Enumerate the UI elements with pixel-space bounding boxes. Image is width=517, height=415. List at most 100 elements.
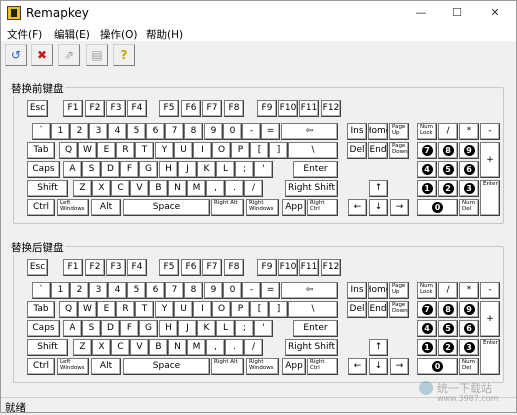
menu-file[interactable]: 文件(F) (7, 27, 42, 42)
after-key-r3-d2[interactable]: D (101, 320, 120, 337)
after-key-num-0[interactable]: 0 (417, 358, 458, 375)
before-key-r4-m6[interactable]: M (187, 180, 206, 197)
after-key-r1-66[interactable]: 6 (146, 282, 165, 299)
after-key-r4-n5[interactable]: N (168, 339, 187, 356)
after-key-r2-sym11[interactable]: ] (269, 301, 288, 318)
before-key-backslash[interactable]: \ (288, 142, 338, 159)
before-key-r2-t4[interactable]: T (135, 142, 154, 159)
before-key-num-7[interactable]: 7 (417, 142, 437, 159)
after-key-num-2[interactable]: 2 (438, 339, 458, 356)
before-key-num-4[interactable]: 4 (417, 161, 437, 178)
before-key-r1--11[interactable]: - (242, 123, 261, 140)
before-key-end[interactable]: End (368, 142, 388, 159)
before-key-r4-v3[interactable]: V (130, 180, 149, 197)
after-key-r3-s1[interactable]: S (82, 320, 101, 337)
after-key-r4-v3[interactable]: V (130, 339, 149, 356)
after-key-num-3[interactable]: 3 (459, 339, 479, 356)
after-key-r3-a0[interactable]: A (63, 320, 82, 337)
before-key-r1-010[interactable]: 0 (223, 123, 242, 140)
before-key-right-windows[interactable]: Right Windows (246, 199, 279, 216)
before-key-r3-sym10[interactable]: ' (254, 161, 273, 178)
before-key-r1-33[interactable]: 3 (89, 123, 108, 140)
after-key-r3-h5[interactable]: H (159, 320, 178, 337)
before-key-num-star[interactable]: * (459, 123, 479, 140)
after-key-page-down[interactable]: Page Down (389, 301, 409, 318)
save-keyboard-button[interactable]: ⇗ (58, 44, 80, 66)
after-key-num-7[interactable]: 7 (417, 301, 437, 318)
after-key-num-plus[interactable]: + (480, 301, 500, 337)
after-key-f1[interactable]: F1 (63, 259, 83, 276)
after-key-app[interactable]: App (282, 358, 306, 375)
before-key-page-down[interactable]: Page Down (389, 142, 409, 159)
after-key-page-up[interactable]: Page Up (389, 282, 409, 299)
after-key-r2-p9[interactable]: P (231, 301, 250, 318)
after-key-del[interactable]: Del (347, 301, 367, 318)
open-keyboard-button[interactable]: ↺ (5, 44, 27, 66)
before-key-left-windows[interactable]: Left Windows (57, 199, 89, 216)
after-key-right-ctrl[interactable]: Right Ctrl (307, 358, 338, 375)
after-key-f12[interactable]: F12 (321, 259, 341, 276)
before-key-shift[interactable]: Shift (27, 180, 68, 197)
after-key-space[interactable]: Space (123, 358, 210, 375)
after-key-r2-o8[interactable]: O (212, 301, 231, 318)
after-key-alt[interactable]: Alt (91, 358, 121, 375)
before-key-f12[interactable]: F12 (321, 100, 341, 117)
after-key-r1-77[interactable]: 7 (165, 282, 184, 299)
after-key-r4-sym7[interactable]: , (206, 339, 225, 356)
before-key-num-slash[interactable]: / (438, 123, 458, 140)
after-key-f8[interactable]: F8 (224, 259, 244, 276)
after-key-up[interactable]: ↑ (369, 339, 388, 356)
before-key-f6[interactable]: F6 (181, 100, 201, 117)
before-key-r3-sym9[interactable]: ; (235, 161, 254, 178)
after-key-end[interactable]: End (368, 301, 388, 318)
after-key-tab[interactable]: Tab (27, 301, 55, 318)
after-key-f5[interactable]: F5 (159, 259, 179, 276)
after-key-f7[interactable]: F7 (202, 259, 222, 276)
after-key-r3-j6[interactable]: J (178, 320, 197, 337)
before-key-right-ctrl[interactable]: Right Ctrl (307, 199, 338, 216)
after-key-r4-z0[interactable]: Z (73, 339, 92, 356)
before-key-num-3[interactable]: 3 (459, 180, 479, 197)
after-key-right-windows[interactable]: Right Windows (246, 358, 279, 375)
after-key-r2-y5[interactable]: Y (155, 301, 174, 318)
before-key-r2-o8[interactable]: O (212, 142, 231, 159)
menu-edit[interactable]: 编辑(E) (54, 27, 90, 42)
after-key-r1-22[interactable]: 2 (70, 282, 89, 299)
after-key-r1-44[interactable]: 4 (108, 282, 127, 299)
before-key-num-del[interactable]: Num Del (459, 199, 479, 216)
before-key-right-shift[interactable]: Right Shift (285, 180, 338, 197)
before-key-f4[interactable]: F4 (127, 100, 147, 117)
before-key-ctrl[interactable]: Ctrl (27, 199, 55, 216)
maximize-button[interactable]: ☐ (442, 3, 472, 23)
before-key-num-8[interactable]: 8 (438, 142, 458, 159)
after-key-r1-sym12[interactable]: = (261, 282, 280, 299)
after-key-r1-sym0[interactable]: ` (32, 282, 51, 299)
after-key-r4-m6[interactable]: M (187, 339, 206, 356)
after-key-esc[interactable]: Esc (27, 259, 48, 276)
after-key-num-slash[interactable]: / (438, 282, 458, 299)
layout-button[interactable]: ▤ (86, 44, 108, 66)
before-key-num-5[interactable]: 5 (438, 161, 458, 178)
menu-action[interactable]: 操作(O) (100, 27, 137, 42)
before-key-ins[interactable]: Ins (347, 123, 367, 140)
before-key-r3-d2[interactable]: D (101, 161, 120, 178)
reset-keyboard-button[interactable]: ✖ (31, 44, 53, 66)
before-key-r4-n5[interactable]: N (168, 180, 187, 197)
after-key-r1-11[interactable]: 1 (51, 282, 70, 299)
before-key-left[interactable]: ← (348, 199, 367, 216)
before-key-r4-sym7[interactable]: , (206, 180, 225, 197)
after-key-f3[interactable]: F3 (106, 259, 126, 276)
before-key-r3-h5[interactable]: H (159, 161, 178, 178)
after-key-num-9[interactable]: 9 (459, 301, 479, 318)
before-key-r2-p9[interactable]: P (231, 142, 250, 159)
after-key-r4-x1[interactable]: X (92, 339, 111, 356)
after-key-num-5[interactable]: 5 (438, 320, 458, 337)
after-key-backslash[interactable]: \ (288, 301, 338, 318)
before-key-num-enter[interactable]: Enter (480, 180, 500, 216)
before-key-r2-w1[interactable]: W (78, 142, 97, 159)
after-key-num-4[interactable]: 4 (417, 320, 437, 337)
after-key-r2-u6[interactable]: U (174, 301, 193, 318)
before-key-num-1[interactable]: 1 (417, 180, 437, 197)
minimize-button[interactable]: — (406, 3, 436, 23)
before-key-alt[interactable]: Alt (91, 199, 121, 216)
